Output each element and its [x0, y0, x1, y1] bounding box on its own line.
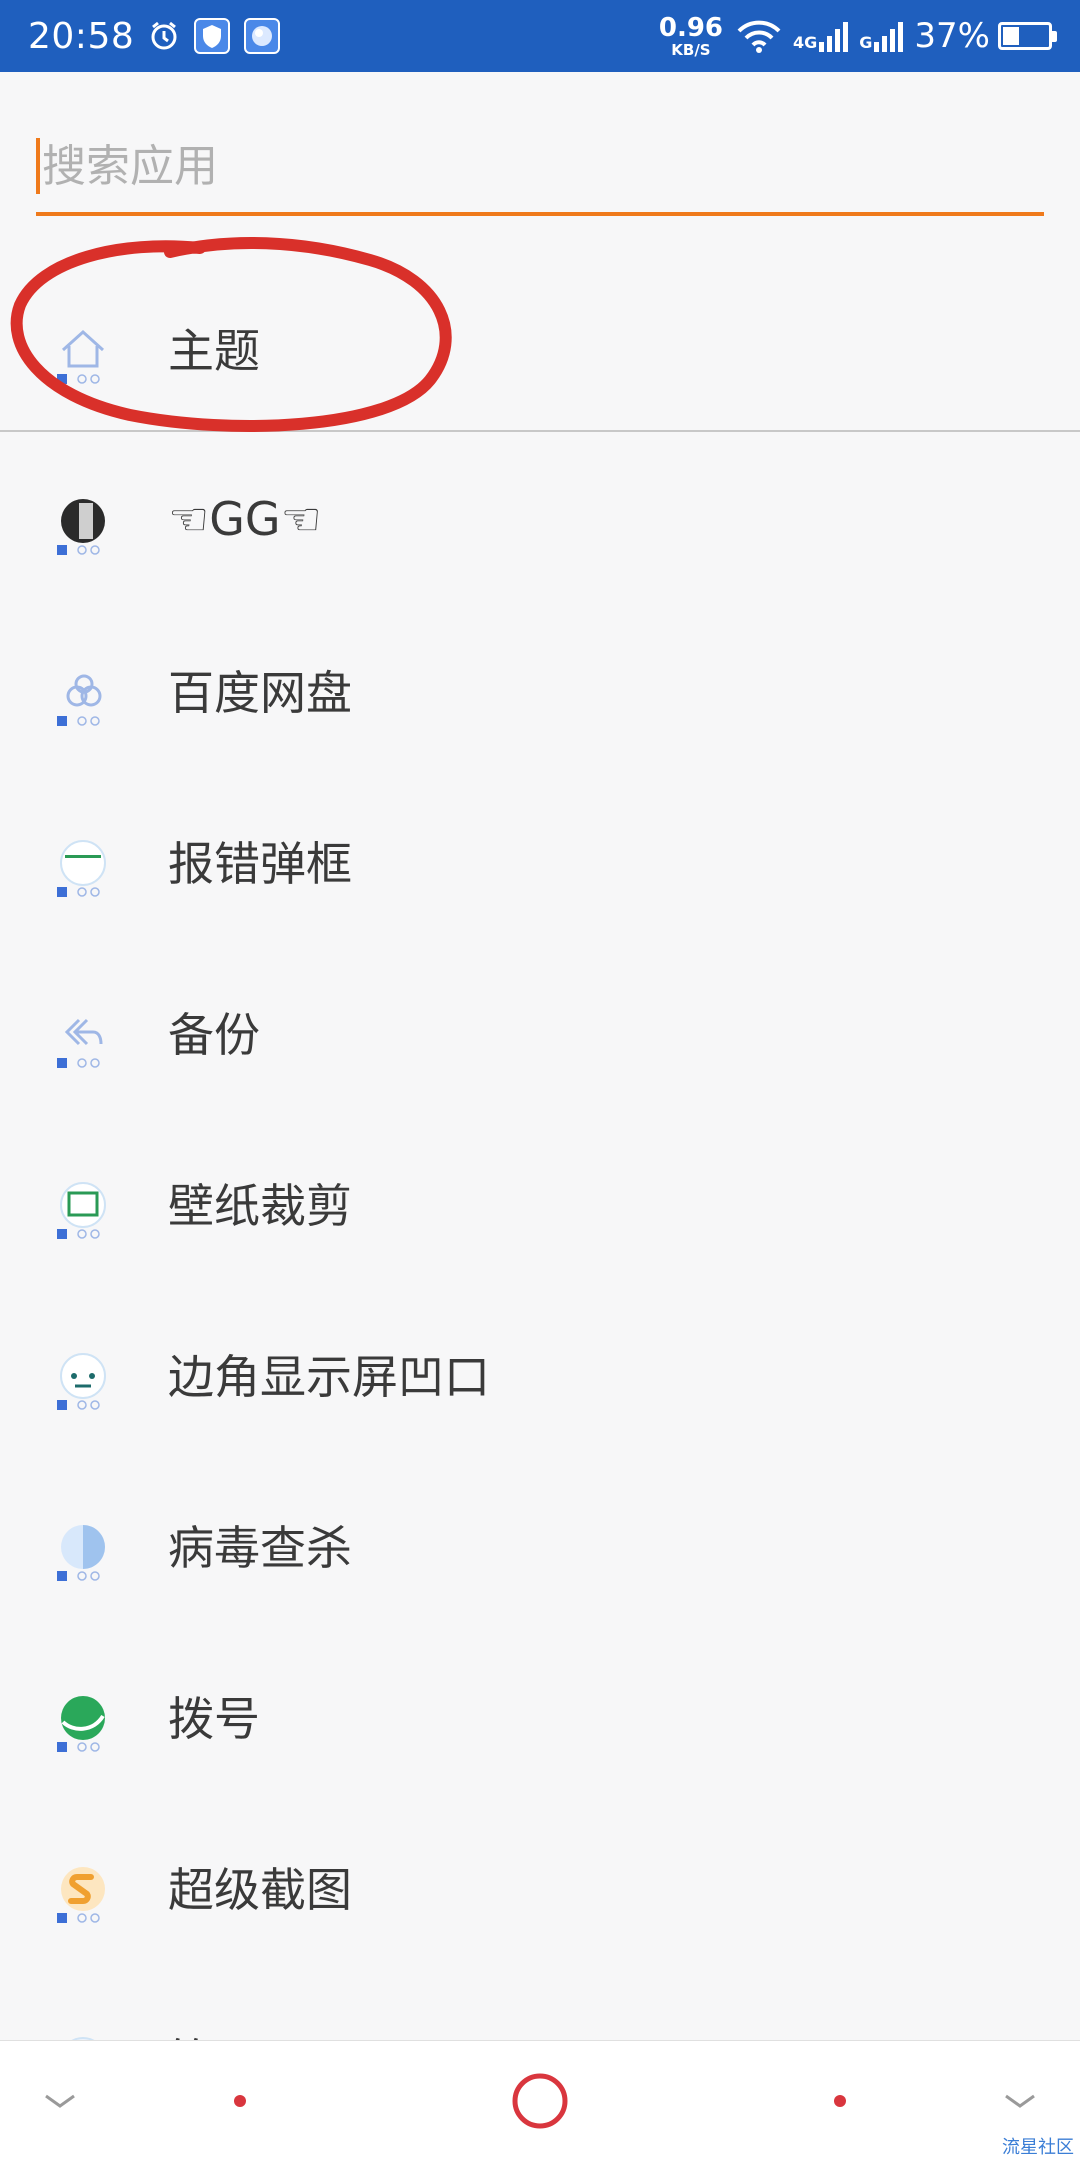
clone-badge-icon [57, 712, 109, 726]
app-label: 边角显示屏凹口 [168, 1349, 490, 1404]
crop-icon [57, 1179, 109, 1231]
status-bar: 20:58 0.96 KB/S 4G G 37% [0, 0, 1080, 72]
list-item-backup[interactable]: 备份 [0, 946, 1080, 1117]
list-item-baidu-netdisk[interactable]: 百度网盘 [0, 604, 1080, 775]
app-label: 报错弹框 [168, 836, 352, 891]
clone-badge-icon [57, 1225, 109, 1239]
list-item-recorder[interactable]: 笔录器 [0, 1972, 1080, 2042]
list-item-wallpaper-crop[interactable]: 壁纸裁剪 [0, 1117, 1080, 1288]
app-label: 主题 [168, 323, 260, 378]
clone-badge-icon [57, 1054, 109, 1068]
status-time: 20:58 [28, 15, 135, 57]
phone-icon [57, 1692, 109, 1744]
dot-right-icon[interactable] [820, 2041, 860, 2161]
app-label: 百度网盘 [168, 665, 352, 720]
list-item-display-notch[interactable]: 边角显示屏凹口 [0, 1288, 1080, 1459]
text-caret [36, 138, 40, 194]
search-underline [36, 212, 1044, 216]
network-speed: 0.96 KB/S [658, 12, 724, 59]
app-label: 拨号 [168, 1691, 260, 1746]
clone-badge-icon [57, 1567, 109, 1581]
battery-percent: 37% [914, 16, 990, 56]
app-label: 病毒查杀 [168, 1520, 352, 1575]
list-item-virus-scan[interactable]: 病毒查杀 [0, 1459, 1080, 1630]
shield-app-icon [194, 18, 231, 54]
app-label: 壁纸裁剪 [168, 1178, 352, 1233]
home-icon [57, 324, 109, 376]
list-item-dialer[interactable]: 拨号 [0, 1630, 1080, 1801]
clone-badge-icon [57, 1396, 109, 1410]
app-label: 备份 [168, 1007, 260, 1062]
clone-badge-icon [57, 1909, 109, 1923]
down-left-icon[interactable] [30, 2041, 90, 2161]
list-divider [0, 430, 1080, 432]
wifi-icon [737, 19, 781, 53]
search-input[interactable] [36, 130, 1044, 202]
network-type-label: 4G [793, 32, 818, 52]
search-bar[interactable] [36, 130, 1044, 220]
network-type-label-2: G [859, 32, 873, 52]
signal-icon [819, 20, 849, 52]
clone-badge-icon [57, 1738, 109, 1752]
signal-icon-2 [874, 20, 904, 52]
gg-avatar-icon [57, 495, 109, 547]
virus-scan-icon [57, 1521, 109, 1573]
navigation-bar: 流星社区 [0, 2040, 1080, 2161]
list-item-error-dialog[interactable]: 报错弹框 [0, 775, 1080, 946]
battery-icon [998, 22, 1057, 50]
home-circle-icon[interactable] [500, 2041, 580, 2161]
ball-app-icon [244, 18, 281, 54]
dot-left-icon[interactable] [220, 2041, 260, 2161]
watermark-text: 流星社区 [1002, 2137, 1074, 2158]
backup-icon [57, 1008, 109, 1060]
dialog-icon [57, 837, 109, 889]
app-label: ☜GG☜ [168, 491, 322, 546]
notch-icon [57, 1350, 109, 1402]
app-label: 超级截图 [168, 1862, 352, 1917]
cloud-icon [57, 666, 109, 718]
alarm-icon [148, 20, 180, 52]
list-item-gg[interactable]: ☜GG☜ [0, 433, 1080, 604]
app-list: 主题 ☜GG☜ 百度网盘 报错弹框 备份 壁纸裁剪 边角显示屏凹口 病毒查杀 拨… [0, 262, 1080, 2042]
list-item-theme[interactable]: 主题 [0, 262, 1080, 433]
screenshot-icon [57, 1863, 109, 1915]
clone-badge-icon [57, 370, 109, 384]
clone-badge-icon [57, 541, 109, 555]
list-item-super-screenshot[interactable]: 超级截图 [0, 1801, 1080, 1972]
clone-badge-icon [57, 883, 109, 897]
